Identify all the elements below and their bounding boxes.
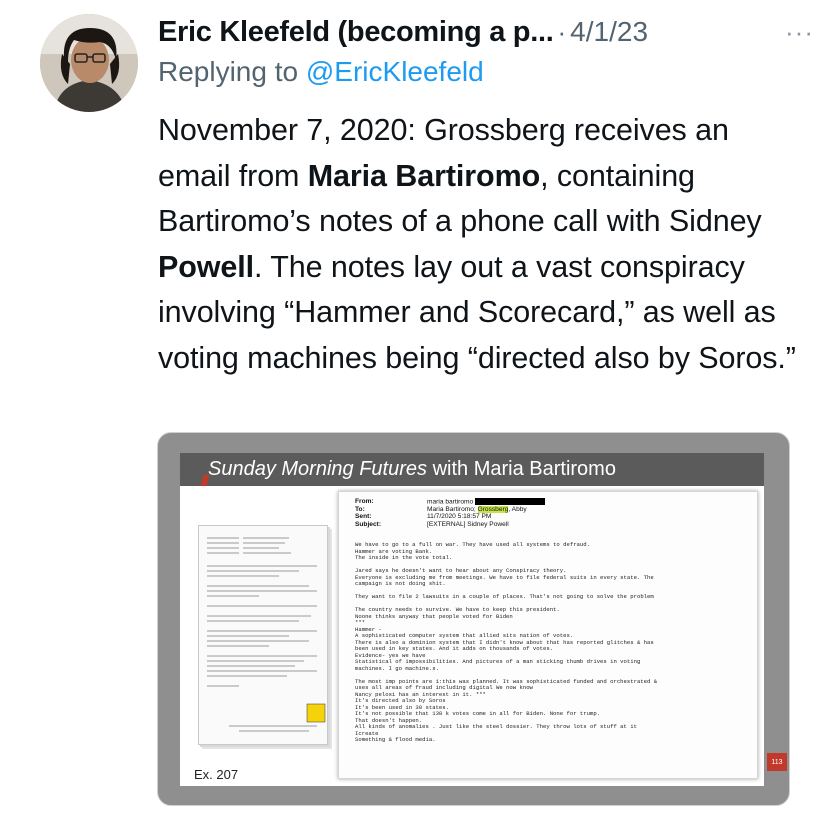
- header-separator: ·: [557, 16, 567, 47]
- thumbnail-lines: [207, 537, 326, 732]
- email-body: We have to go to a full on war. They hav…: [355, 541, 658, 743]
- avatar-photo: [40, 14, 138, 112]
- tweet-text-bold: Maria Bartiromo: [307, 158, 541, 193]
- tweet-text: November 7, 2020: Grossberg receives an …: [158, 108, 808, 381]
- tweet-text-part: . The notes lay out a vast conspiracy in…: [158, 249, 796, 375]
- replying-prefix: Replying to: [158, 56, 299, 87]
- slide-number: 113: [767, 753, 787, 771]
- banner-title: Sunday Morning Futures with Maria Bartir…: [208, 458, 616, 481]
- email-subject-value: [EXTERNAL] Sidney Powell: [427, 521, 509, 529]
- email-sent-label: Sent:: [355, 513, 372, 521]
- tweet-text-bold: Powell: [158, 249, 255, 284]
- email-to-value: Maria Bartiromo;: [427, 505, 478, 513]
- redaction-bar: [475, 498, 546, 505]
- email-sent-value: 11/7/2020 5:18:57 PM: [427, 513, 492, 521]
- email-document: From: maria bartiromo To: Maria Bartiromo;…: [338, 491, 758, 779]
- reply-mention-link[interactable]: @EricKleefeld: [306, 56, 484, 87]
- tweet-media-image[interactable]: Sunday Morning Futures with Maria Bartir…: [157, 432, 790, 806]
- email-from-value: maria bartiromo: [427, 498, 474, 506]
- tweet-header: Eric Kleefeld (becoming a p... · 4/1/23 …: [158, 12, 814, 52]
- author-name[interactable]: Eric Kleefeld (becoming a p...: [158, 16, 554, 49]
- email-from-label: From:: [355, 498, 374, 506]
- email-to-value-rest: , Abby: [508, 505, 527, 513]
- email-to-label: To:: [355, 505, 365, 513]
- tweet-date[interactable]: 4/1/23: [570, 16, 648, 48]
- replying-to-line: Replying to @EricKleefeld: [158, 56, 484, 88]
- banner-title-rest: with Maria Bartiromo: [427, 458, 616, 480]
- exhibit-label: Ex. 207: [194, 767, 239, 782]
- email-subject-label: Subject:: [355, 521, 382, 529]
- email-header: From: maria bartiromo To: Maria Bartiromo;…: [355, 498, 546, 529]
- email-to-highlight: Grossberg: [477, 505, 509, 513]
- slide-banner: Sunday Morning Futures with Maria Bartir…: [180, 453, 764, 493]
- more-options-icon[interactable]: ···: [785, 19, 814, 45]
- exhibit-thumbnail-document: [198, 525, 328, 745]
- author-avatar[interactable]: [40, 14, 138, 112]
- banner-title-italic: Sunday Morning Futures: [208, 458, 428, 480]
